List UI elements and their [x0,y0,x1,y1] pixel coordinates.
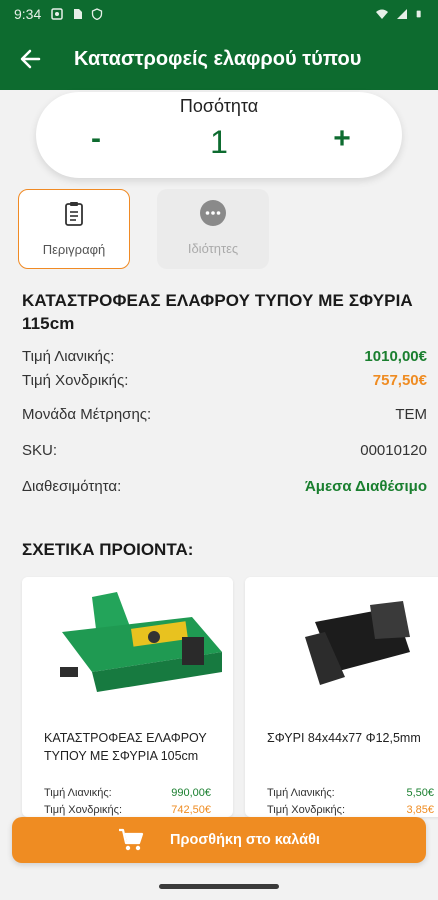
status-time: 9:34 [14,6,42,22]
quantity-stepper: Ποσότητα - 1 + [36,92,402,178]
retail-price-row: Τιμή Λιανικής: 1010,00€ [22,348,427,365]
gesture-nav-handle[interactable] [159,884,279,889]
wholesale-price-value: 757,50€ [372,372,427,389]
retail-price-value: 1010,00€ [364,348,427,365]
add-to-cart-button[interactable]: Προσθήκη στο καλάθι [12,817,426,863]
related-wholesale-value: 3,85€ [406,804,434,816]
back-button[interactable] [0,28,60,90]
related-retail-value: 5,50€ [406,787,434,799]
related-product-card[interactable]: ΣΦΥΡΙ 84x44x77 Φ12,5mm Τιμή Λιανικής: 5,… [245,577,438,817]
product-image [22,577,233,712]
related-retail-value: 990,00€ [171,787,211,799]
related-product-card[interactable]: ΚΑΤΑΣΤΡΟΦΕΑΣ ΕΛΑΦΡΟΥ ΤΥΠΟΥ ΜΕ ΣΦΥΡΙΑ 105… [22,577,233,817]
related-retail-label: Τιμή Λιανικής: [267,787,335,799]
shopping-cart-icon [119,828,144,851]
unit-label: Μονάδα Μέτρησης: [22,406,152,423]
availability-label: Διαθεσιμότητα: [22,478,122,495]
wholesale-price-label: Τιμή Χονδρικής: [22,372,129,389]
unit-value: ΤΕΜ [395,406,427,423]
sku-row: SKU: 00010120 [22,442,427,459]
quantity-label: Ποσότητα [179,96,259,116]
wifi-icon [376,9,388,19]
gallery-icon [51,8,63,20]
retail-price-label: Τιμή Λιανικής: [22,348,115,365]
sd-card-icon [74,9,83,19]
status-bar: 9:34 [0,0,438,28]
battery-icon [416,10,421,18]
related-product-name: ΚΑΤΑΣΤΡΟΦΕΑΣ ΕΛΑΦΡΟΥ ΤΥΠΟΥ ΜΕ ΣΦΥΡΙΑ 105… [44,731,207,763]
signal-icon [397,9,407,19]
wholesale-price-row: Τιμή Χονδρικής: 757,50€ [22,372,427,389]
related-wholesale-label: Τιμή Χονδρικής: [267,804,346,816]
tab-properties[interactable]: Ιδιότητες [157,189,269,269]
shield-icon [92,8,103,20]
sku-label: SKU: [22,442,58,459]
tab-description-label: Περιγραφή [42,242,106,257]
related-products-heading: ΣΧΕΤΙΚΑ ΠΡΟΙΟΝΤΑ: [22,540,194,559]
add-to-cart-label: Προσθήκη στο καλάθι [170,832,320,848]
tab-description[interactable]: Περιγραφή [18,189,130,269]
availability-row: Διαθεσιμότητα: Άμεσα Διαθέσιμο [22,478,427,495]
related-product-name: ΣΦΥΡΙ 84x44x77 Φ12,5mm [267,731,421,745]
sku-value: 00010120 [360,442,427,459]
product-image [245,577,438,712]
clipboard-icon [65,202,83,226]
availability-value: Άμεσα Διαθέσιμο [304,478,427,495]
related-wholesale-value: 742,50€ [171,804,211,816]
tab-properties-label: Ιδιότητες [187,241,239,256]
page-title: Καταστροφείς ελαφρού τύπου [74,47,362,70]
product-title: ΚΑΤΑΣΤΡΟΦΕΑΣ ΕΛΑΦΡΟΥ ΤΥΠΟΥ ΜΕ ΣΦΥΡΙΑ 115… [22,291,413,333]
arrow-left-icon [20,49,41,69]
app-bar: Καταστροφείς ελαφρού τύπου [0,28,438,90]
related-retail-label: Τιμή Λιανικής: [44,787,112,799]
unit-row: Μονάδα Μέτρησης: ΤΕΜ [22,406,427,423]
related-wholesale-label: Τιμή Χονδρικής: [44,804,123,816]
more-horizontal-icon [200,200,226,226]
increase-quantity-button[interactable]: + [322,122,362,156]
